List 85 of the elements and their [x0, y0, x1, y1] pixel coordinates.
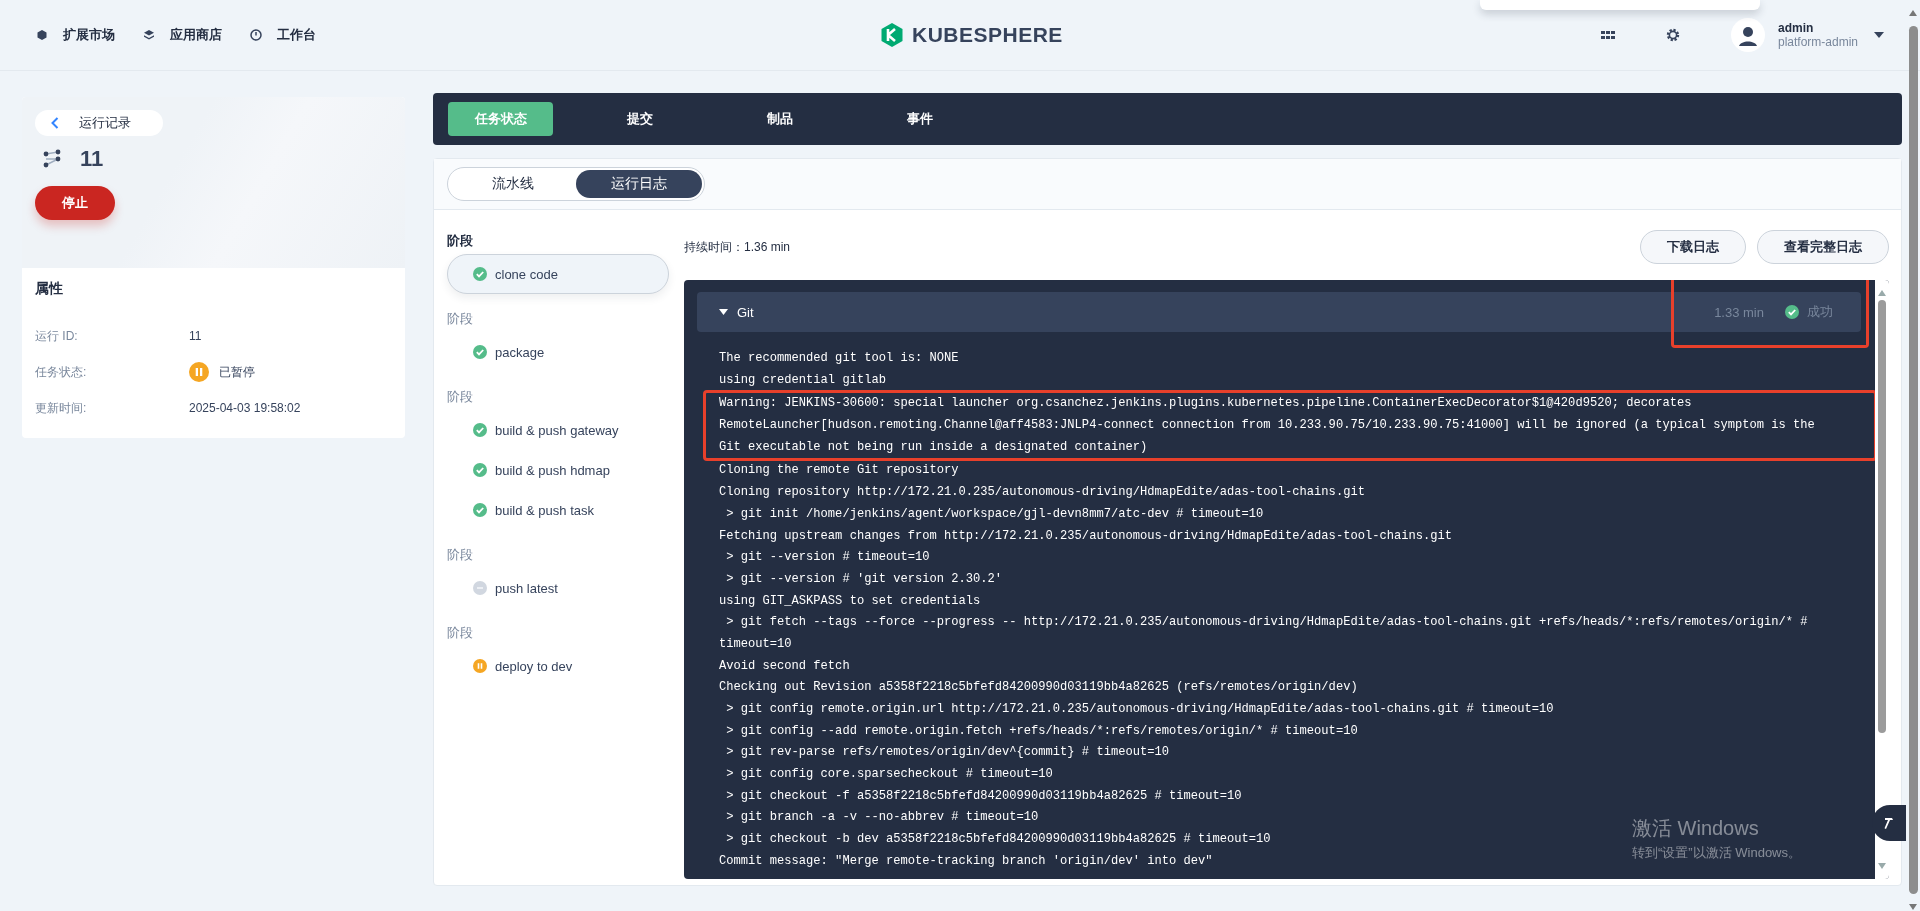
property-label: 运行 ID:	[35, 327, 79, 345]
stage-step[interactable]: build & push gateway	[447, 410, 669, 450]
toggle-option[interactable]: 流水线	[450, 170, 576, 198]
stop-button[interactable]: 停止	[35, 186, 115, 220]
stage-step[interactable]: build & push hdmap	[447, 450, 669, 490]
stage-title: 阶段	[447, 232, 474, 250]
log-line: Cloning the remote Git repository	[719, 462, 959, 480]
scroll-down-icon	[1909, 904, 1917, 910]
gauge-icon	[250, 29, 262, 41]
tab[interactable]: 提交	[570, 102, 710, 136]
elapsed-time: 1.33 min	[1714, 304, 1764, 320]
log-section-header[interactable]: Git 1.33 min 成功	[697, 292, 1861, 332]
scrollbar[interactable]	[1906, 10, 1920, 910]
log-line: > git config core.sparsecheckout # timeout=10	[725, 766, 1053, 784]
log-line: Checking out Revision a5358f2218c5bfefd84200990d03119bb4a82625 (refs/remotes/origin/dev)	[719, 679, 1358, 697]
nav-link[interactable]: 应用商店	[143, 26, 222, 44]
stage-step[interactable]: build & push task	[447, 490, 669, 530]
log-line: Warning: JENKINS-30600: special launcher org.csanchez.jenkins.plugins.kubernetes.pipeline.ContainerExecDecorator$1@420d9520; decorates	[719, 395, 1692, 413]
log-line: RemoteLauncher[hudson.remoting.Channel@aff4583:JNLP4-connect connection from 10.233.90.75/10.233.90.75:41000] will be ignored (a typical symptom is the	[719, 417, 1815, 435]
log-line: Fetching upstream changes from http://172.21.0.235/autonomous-driving/HdmapEdite/adas-tool-chains.git	[719, 527, 1452, 545]
user-role: platform-admin	[1777, 35, 1858, 49]
log-line: > git --version # timeout=10	[725, 549, 930, 567]
tab[interactable]: 制品	[710, 102, 850, 136]
nav-link[interactable]: 工作台	[250, 26, 316, 44]
log-line: Commit message: "Merge remote-tracking branch 'origin/dev' into dev"	[719, 852, 1213, 870]
log-line: Avoid second fetch	[719, 657, 850, 675]
extension-icon	[36, 29, 48, 41]
property-value: 已暂停	[219, 363, 255, 381]
log-line: > git checkout -f a5358f2218c5bfefd84200990d03119bb4a82625 # timeout=10	[725, 787, 1242, 805]
tool-button[interactable]	[1872, 805, 1906, 841]
property-value: 11	[189, 329, 202, 343]
pipeline-icon	[43, 149, 63, 169]
log-line: timeout=10	[719, 635, 792, 653]
scrollbar-thumb[interactable]	[1908, 26, 1918, 894]
log-line: using credential gitlab	[719, 371, 886, 389]
log-line: > git config remote.origin.url http://172.21.0.235/autonomous-driving/HdmapEdite/adas-tool-chains.git # timeout=10	[725, 701, 1554, 718]
activation-text: 转到“设置”以激活 Windows。	[1632, 844, 1801, 862]
activation-title: 激活 Windows	[1632, 816, 1760, 841]
log-line: > git config --add remote.origin.fetch +refs/heads/*:refs/remotes/origin/* # timeout=10	[725, 722, 1358, 740]
stage-step[interactable]: clone code	[447, 254, 669, 294]
status-text: 成功	[1807, 303, 1833, 321]
back-button[interactable]: 运行记录	[35, 110, 163, 136]
nav-link[interactable]: 扩展市场	[36, 26, 115, 44]
logo-text: KUBESPHERE	[912, 23, 1063, 47]
user-name: admin	[1777, 21, 1815, 35]
caret-down-icon	[1874, 32, 1884, 38]
duration-text: 持续时间：1.36 min	[684, 238, 791, 256]
grid-icon	[1600, 31, 1615, 39]
avatar-icon	[1730, 18, 1765, 52]
stage-step[interactable]: push latest	[447, 568, 669, 608]
log-line: Cloning repository http://172.21.0.235/autonomous-driving/HdmapEdite/adas-tool-chains.git	[719, 484, 1365, 502]
log-line: Git executable not being run inside a designated container)	[719, 438, 1148, 456]
property-label: 任务状态:	[35, 363, 88, 381]
log-button[interactable]: 查看完整日志	[1757, 230, 1889, 264]
section-name: Git	[737, 304, 754, 320]
scrollbar-thumb[interactable]	[1878, 300, 1886, 733]
settings-icon	[1664, 27, 1681, 43]
stage-title: 阶段	[447, 310, 474, 328]
log-line: using GIT_ASKPASS to set credentials	[719, 592, 981, 610]
scroll-up-icon	[1909, 10, 1917, 16]
log-line: > git checkout -b dev a5358f2218c5bfefd84200990d03119bb4a82625 # timeout=10	[725, 831, 1271, 849]
stage-title: 阶段	[447, 546, 474, 564]
log-line: > git init /home/jenkins/agent/workspace/gjl-devn8mm7/atc-dev # timeout=10	[725, 505, 1264, 523]
log-line: > git fetch --tags --force --progress -- http://172.21.0.235/autonomous-driving/HdmapEdite/adas-tool-chains.git +refs/heads/*:refs/remotes/origin/* #	[725, 614, 1808, 632]
toggle-option[interactable]: 运行日志	[576, 170, 702, 198]
scroll-down-icon	[1878, 863, 1886, 869]
run-number: 11	[80, 146, 104, 172]
property-label: 更新时间:	[35, 399, 88, 417]
log-line: > git --version # 'git version 2.30.2'	[725, 570, 1003, 588]
tab[interactable]: 事件	[850, 102, 990, 136]
log-line: The recommended git tool is: NONE	[719, 350, 959, 367]
stage-step[interactable]: deploy to dev	[447, 646, 669, 686]
chevron-left-icon	[51, 117, 59, 129]
section-title: 属性	[35, 280, 64, 298]
log-button[interactable]: 下载日志	[1640, 230, 1746, 264]
scroll-up-icon	[1878, 290, 1886, 296]
stage-title: 阶段	[447, 388, 474, 406]
stage-title: 阶段	[447, 624, 474, 642]
log-line: > git rev-parse refs/remotes/origin/dev^{commit} # timeout=10	[725, 744, 1169, 762]
log-line: > git branch -a -v --no-abbrev # timeout=10	[725, 809, 1039, 827]
property-value: 2025-04-03 19:58:02	[189, 401, 301, 415]
logo-icon	[880, 22, 904, 48]
stage-step[interactable]: package	[447, 332, 669, 372]
hammer-icon	[1882, 816, 1896, 830]
layers-icon	[143, 29, 155, 41]
